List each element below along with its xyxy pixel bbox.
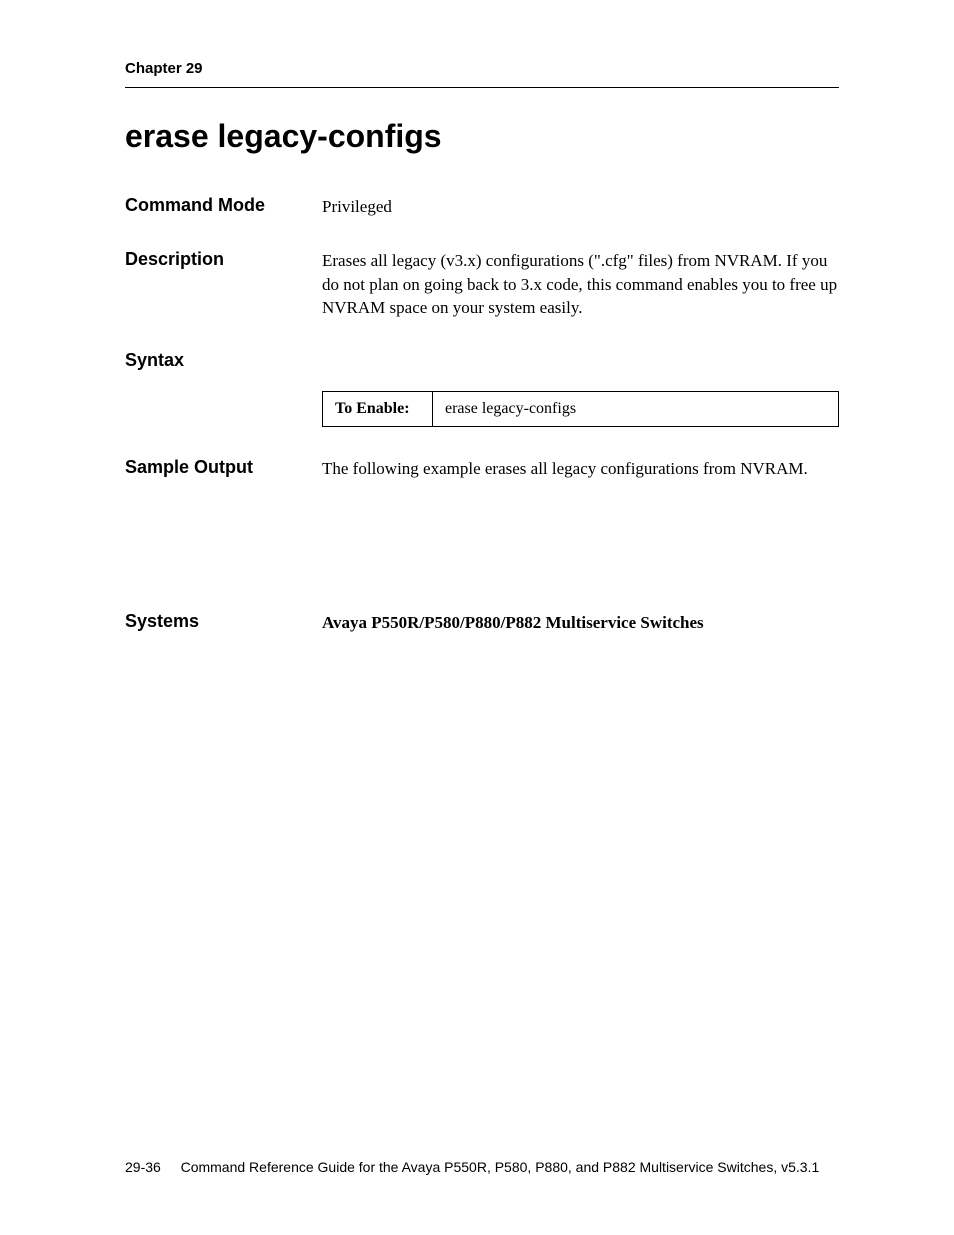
syntax-table: To Enable: erase legacy-configs	[322, 391, 839, 427]
page-title: erase legacy-configs	[125, 118, 839, 155]
footer-page-number: 29-36	[125, 1159, 161, 1175]
systems-section: Systems Avaya P550R/P580/P880/P882 Multi…	[125, 611, 839, 635]
description-value: Erases all legacy (v3.x) configurations …	[322, 249, 839, 320]
footer: 29-36 Command Reference Guide for the Av…	[125, 1159, 839, 1175]
systems-label: Systems	[125, 611, 322, 632]
description-label: Description	[125, 249, 322, 270]
syntax-section: Syntax To Enable: erase legacy-configs	[125, 350, 839, 427]
syntax-command: erase legacy-configs	[433, 392, 839, 427]
syntax-table-row: To Enable: erase legacy-configs	[323, 392, 839, 427]
description-section: Description Erases all legacy (v3.x) con…	[125, 249, 839, 320]
sample-output-label: Sample Output	[125, 457, 322, 478]
header-rule	[125, 87, 839, 88]
sample-output-section: Sample Output The following example eras…	[125, 457, 839, 481]
command-mode-label: Command Mode	[125, 195, 322, 216]
to-enable-label: To Enable:	[323, 392, 433, 427]
systems-value: Avaya P550R/P580/P880/P882 Multiservice …	[322, 611, 839, 635]
command-mode-value: Privileged	[322, 195, 839, 219]
command-mode-section: Command Mode Privileged	[125, 195, 839, 219]
sample-output-value: The following example erases all legacy …	[322, 457, 839, 481]
chapter-header: Chapter 29	[125, 60, 839, 77]
footer-guide-title: Command Reference Guide for the Avaya P5…	[161, 1159, 839, 1175]
syntax-label: Syntax	[125, 350, 839, 371]
